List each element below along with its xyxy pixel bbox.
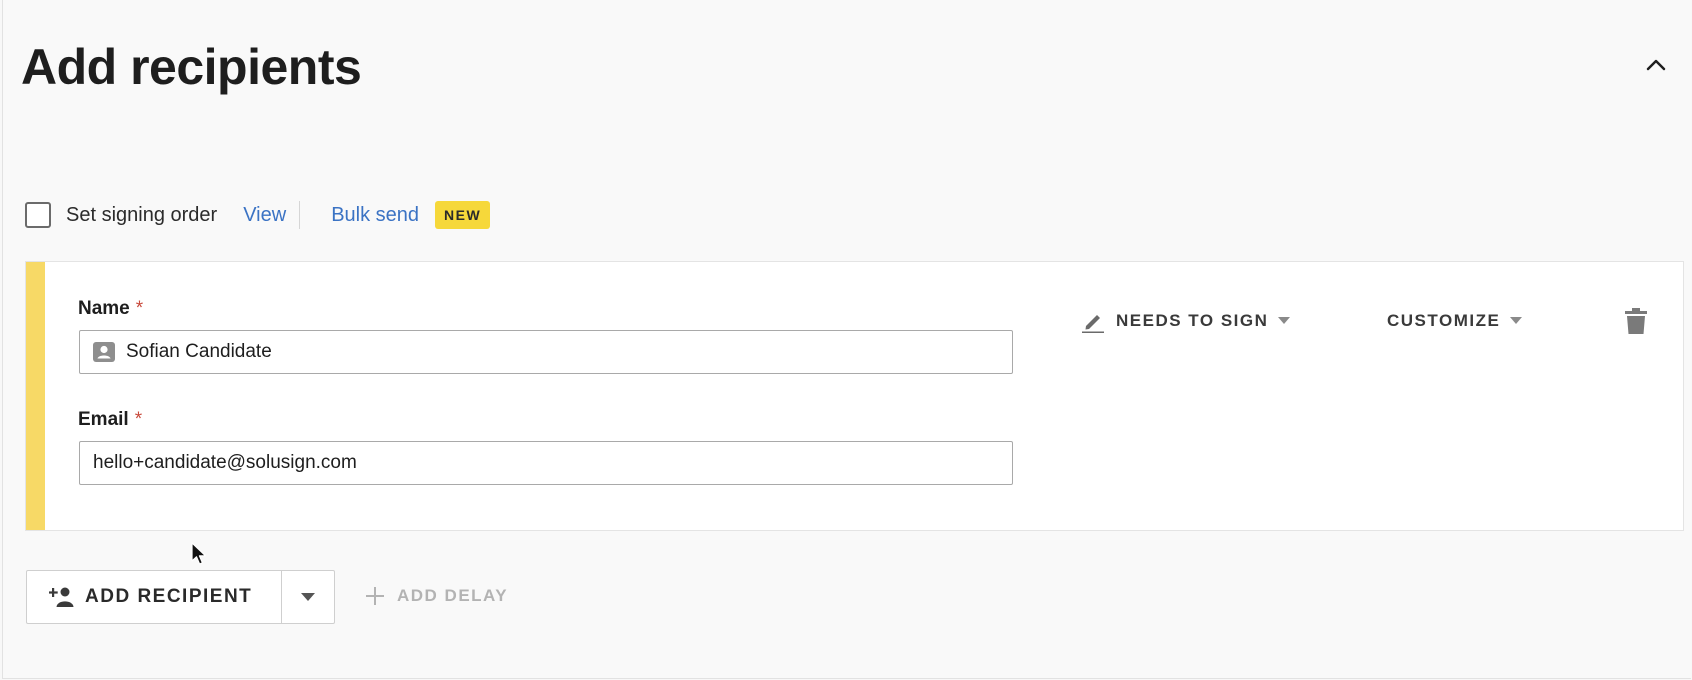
customize-label: CUSTOMIZE <box>1387 311 1501 330</box>
role-label: NEEDS TO SIGN <box>1116 311 1269 330</box>
signing-order-checkbox[interactable] <box>25 202 51 228</box>
pen-icon <box>1082 315 1104 333</box>
caret-down-icon <box>301 592 315 601</box>
customize-dropdown[interactable]: CUSTOMIZE <box>1387 304 1523 338</box>
required-marker: * <box>135 298 144 319</box>
name-label: Name * <box>78 298 143 320</box>
divider <box>299 201 301 229</box>
add-recipients-panel: Add recipients Set signing order View Bu… <box>2 0 1691 679</box>
view-link[interactable]: View <box>243 204 286 227</box>
role-dropdown[interactable]: NEEDS TO SIGN <box>1080 304 1291 338</box>
contact-card-icon[interactable] <box>92 340 116 364</box>
add-recipient-menu-toggle[interactable] <box>281 571 334 623</box>
name-field[interactable] <box>79 330 1013 374</box>
trash-icon <box>1625 308 1647 334</box>
recipient-color-stripe <box>26 262 45 530</box>
email-label-text: Email <box>78 409 129 430</box>
email-label: Email * <box>78 409 142 431</box>
add-person-icon <box>49 587 74 607</box>
collapse-button[interactable] <box>1643 52 1669 78</box>
add-recipient-label: ADD RECIPIENT <box>85 586 253 607</box>
email-field[interactable] <box>79 441 1013 485</box>
signing-order-label: Set signing order <box>66 203 218 226</box>
plus-icon <box>366 587 384 605</box>
new-badge: NEW <box>435 201 491 229</box>
recipient-card: Name* Email* NEEDS TO SIGN <box>25 261 1684 531</box>
email-input[interactable] <box>93 452 1012 474</box>
caret-down-icon <box>1510 317 1523 324</box>
caret-down-icon <box>1278 317 1291 324</box>
add-recipient-button[interactable]: ADD RECIPIENT <box>27 571 281 623</box>
add-delay-label: ADD DELAY <box>397 586 509 605</box>
page-title: Add recipients <box>21 39 362 95</box>
name-label-text: Name <box>78 298 130 319</box>
delete-recipient-button[interactable] <box>1616 301 1656 341</box>
mouse-pointer-icon <box>191 542 207 565</box>
required-marker: * <box>134 409 143 430</box>
bulk-send-link[interactable]: Bulk send <box>331 204 419 227</box>
name-input[interactable] <box>126 341 1012 363</box>
recipient-options-bar: Set signing order View Bulk send NEW <box>25 198 491 232</box>
add-delay-button[interactable]: ADD DELAY <box>365 578 508 614</box>
add-recipient-group: ADD RECIPIENT <box>26 570 335 624</box>
chevron-up-icon <box>1646 59 1666 71</box>
